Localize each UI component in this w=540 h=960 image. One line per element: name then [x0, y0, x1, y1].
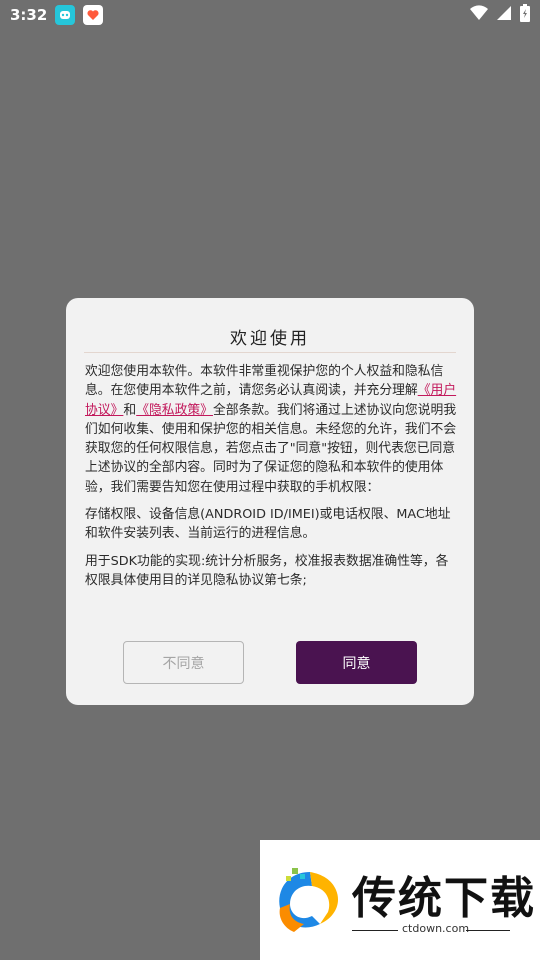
sdk-paragraph: 用于SDK功能的实现:统计分析服务，校准报表数据准确性等，各权限具体使用目的详见…: [85, 553, 449, 588]
app-notification-icon: [55, 5, 76, 25]
agree-button[interactable]: 同意: [296, 641, 417, 684]
watermark-banner: 传统下载 ctdown.com: [260, 840, 540, 960]
dialog-title: 欢迎使用: [230, 329, 310, 349]
watermark-line-left: [352, 930, 398, 931]
privacy-policy-link[interactable]: 《隐私政策》: [136, 403, 213, 418]
watermark-logo-icon: [270, 864, 348, 936]
dialog-body: 欢迎您使用本软件。本软件非常重视保护您的个人权益和隐私信息。在您使用本软件之前，…: [85, 362, 457, 598]
heart-app-icon: [83, 5, 104, 25]
wifi-icon: [470, 5, 488, 25]
privacy-dialog: 欢迎使用 欢迎您使用本软件。本软件非常重视保护您的个人权益和隐私信息。在您使用本…: [66, 298, 474, 705]
status-icons: [470, 4, 530, 26]
watermark-subtitle: ctdown.com: [402, 922, 470, 935]
status-bar: 3:32: [0, 0, 540, 30]
watermark-title: 传统下载: [352, 873, 536, 924]
signal-icon: [496, 5, 512, 25]
intro-paragraph: 欢迎您使用本软件。本软件非常重视保护您的个人权益和隐私信息。在您使用本软件之前，…: [85, 362, 457, 497]
battery-icon: [520, 4, 530, 26]
title-divider: [84, 352, 456, 353]
reject-button[interactable]: 不同意: [123, 641, 244, 684]
status-time: 3:32: [10, 6, 48, 24]
and-text: 和: [123, 402, 137, 418]
watermark-line-right: [466, 930, 510, 931]
intro-text: 欢迎您使用本软件。本软件非常重视保护您的个人权益和隐私信息。在您使用本软件之前，…: [85, 364, 444, 399]
permissions-paragraph: 存储权限、设备信息(ANDROID ID/IMEI)或电话权限、MAC地址和软件…: [85, 507, 451, 542]
